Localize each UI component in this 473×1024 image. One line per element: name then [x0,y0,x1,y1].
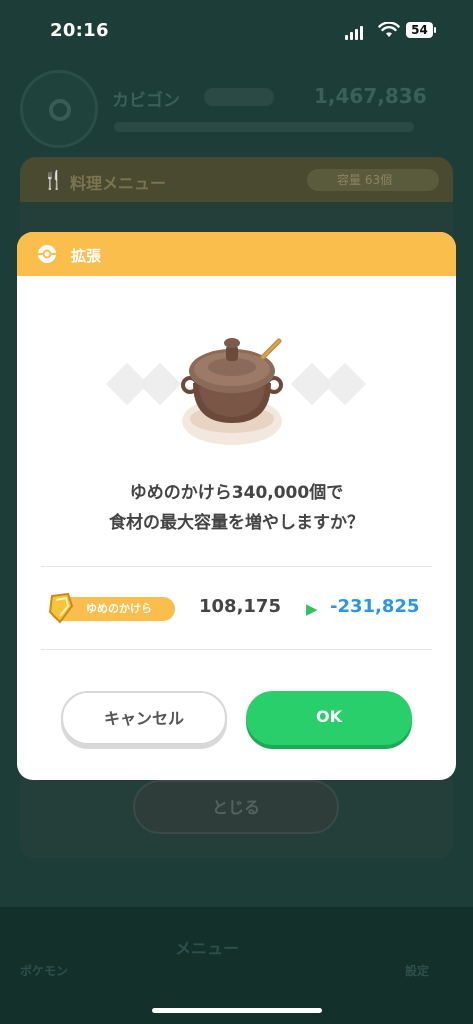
profile-level-badge [204,88,274,106]
resource-label: ゆめのかけら [48,592,175,624]
dialog-header: 拡張 [17,232,456,276]
profile-count: 1,467,836 [314,84,427,108]
home-indicator[interactable] [152,1008,322,1013]
resulting-amount: -231,825 [330,596,420,617]
profile-bar: カビゴン 1,467,836 [20,70,446,150]
close-button: とじる [133,780,339,834]
pokeball-icon [38,245,56,263]
status-bar: 20:16 54 [0,0,473,62]
panel-header: 🍴 料理メニュー 容量 63個 [20,157,453,202]
profile-avatar [20,70,98,148]
nav-menu: メニュー [175,939,240,958]
profile-progress-bar [114,122,414,132]
ok-button[interactable]: OK [246,691,412,745]
decor-diamond [138,362,182,406]
wifi-icon [378,22,400,37]
cancel-button[interactable]: キャンセル [61,691,227,745]
panel-title: 料理メニュー [70,174,167,193]
status-time: 20:16 [50,20,109,41]
nav-pokemon: ポケモン [20,964,69,978]
nav-settings: 設定 [405,964,430,978]
cellular-signal-icon [345,26,363,40]
bottom-nav: ポケモン メニュー 設定 [0,907,473,1024]
fork-knife-icon: 🍴 [42,170,65,191]
capacity-badge: 容量 63個 [307,169,439,191]
dream-shard-icon [48,592,74,624]
current-amount: 108,175 [199,596,281,617]
confirm-question: ゆめのかけら340,000個で 食材の最大容量を増やしますか？ [17,478,456,538]
pot-illustration [97,327,377,457]
divider [41,649,432,650]
play-arrow-icon: ▶ [306,600,318,618]
dialog-title: 拡張 [71,247,102,265]
battery-icon: 54 [406,22,436,38]
expand-dialog: 拡張 ゆめのかけら340,000個で 食材の最大容量を増やしますか？ ゆめのかけ… [17,232,456,780]
question-line-1: ゆめのかけら340,000個で [129,483,344,503]
profile-name: カビゴン [112,91,180,111]
decor-diamond [323,362,367,406]
pot-icon [181,338,283,445]
divider [41,566,432,567]
question-line-2: 食材の最大容量を増やしますか？ [109,513,364,533]
resource-label-text: ゆめのかけら [86,602,152,615]
